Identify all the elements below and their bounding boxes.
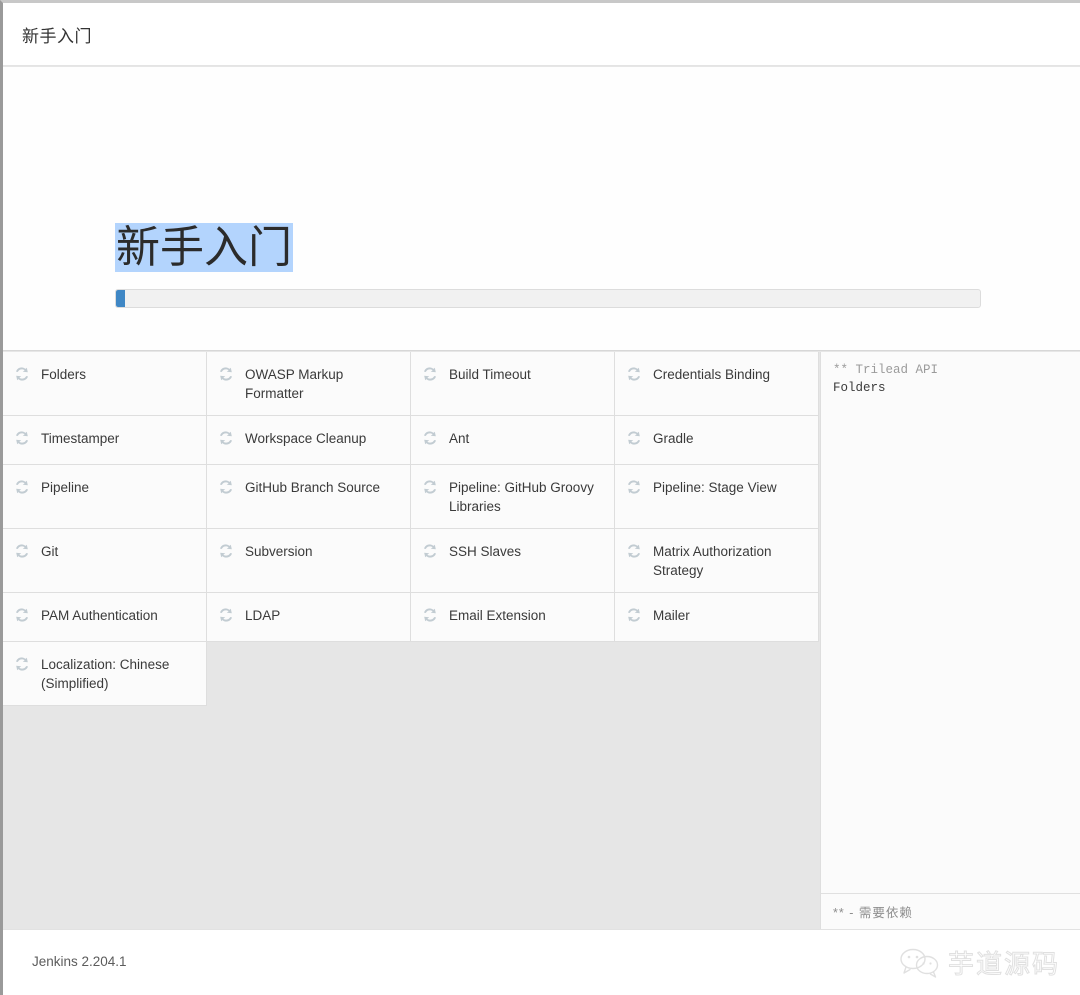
plugin-name-label: Matrix Authorization Strategy [653,542,808,580]
sync-icon [217,542,235,560]
page-title: 新手入门 [22,22,92,47]
sync-icon [625,429,643,447]
plugin-cell: Build Timeout [411,352,615,416]
plugin-name-label: Ant [449,429,469,448]
sync-icon [625,606,643,624]
sync-icon [13,429,31,447]
plugin-name-label: LDAP [245,606,280,625]
sync-icon [217,478,235,496]
plugin-cell: Matrix Authorization Strategy [615,529,819,593]
window-footer: Jenkins 2.204.1 芋道源码 [3,929,1080,995]
plugin-name-label: Pipeline [41,478,89,497]
sync-icon [625,365,643,383]
sync-icon [421,365,439,383]
jenkins-version-label: Jenkins 2.204.1 [32,954,127,969]
sync-icon [421,429,439,447]
sync-icon [13,478,31,496]
wechat-icon [899,947,941,979]
install-progress-section: 新手入门 [3,67,1080,351]
plugin-cell: Ant [411,416,615,465]
plugin-name-label: Mailer [653,606,690,625]
plugin-install-grid-area: Folders OWASP Markup Formatter Build Timeo… [3,352,819,929]
plugin-cell: SSH Slaves [411,529,615,593]
plugin-name-label: Subversion [245,542,313,561]
plugin-cell: Git [3,529,207,593]
sync-icon [421,606,439,624]
sync-icon [217,606,235,624]
install-progress-fill [116,290,125,307]
sync-icon [625,478,643,496]
install-log-line: Folders [833,379,1068,397]
plugin-cell: Pipeline [3,465,207,529]
plugin-install-grid: Folders OWASP Markup Formatter Build Timeo… [3,352,819,706]
plugin-cell: GitHub Branch Source [207,465,411,529]
plugin-name-label: Git [41,542,58,561]
plugin-cell: Gradle [615,416,819,465]
plugin-name-label: Credentials Binding [653,365,770,384]
sync-icon [217,365,235,383]
plugin-name-label: Pipeline: Stage View [653,478,777,497]
hero-title-selected-text: 新手入门 [115,223,293,272]
sync-icon [13,655,31,673]
plugin-name-label: SSH Slaves [449,542,521,561]
hero-title: 新手入门 [115,215,293,281]
plugin-cell: Localization: Chinese (Simplified) [3,642,207,706]
window-header: 新手入门 [3,3,1080,66]
jenkins-setup-window: 新手入门 新手入门 Folders OWASP Markup Formatter B… [0,0,1080,995]
plugin-cell: Pipeline: Stage View [615,465,819,529]
plugin-cell: Subversion [207,529,411,593]
install-log-legend: ** - 需要依赖 [821,893,1080,929]
plugin-cell: Email Extension [411,593,615,642]
plugin-cell: Workspace Cleanup [207,416,411,465]
plugin-name-label: Folders [41,365,86,384]
plugin-cell: LDAP [207,593,411,642]
sync-icon [13,365,31,383]
plugin-name-label: Gradle [653,429,694,448]
plugin-name-label: OWASP Markup Formatter [245,365,400,403]
sync-icon [13,606,31,624]
install-log-body: ** Trilead APIFolders [821,352,1080,893]
sync-icon [421,478,439,496]
watermark-text: 芋道源码 [948,944,1060,981]
install-progress-bar [115,289,981,308]
plugin-name-label: Workspace Cleanup [245,429,366,448]
sync-icon [217,429,235,447]
dependency-legend-text: ** - 需要依赖 [833,902,913,921]
plugin-cell: Folders [3,352,207,416]
plugin-cell: Pipeline: GitHub Groovy Libraries [411,465,615,529]
plugin-name-label: Build Timeout [449,365,531,384]
install-log-line: ** Trilead API [833,361,1068,379]
plugin-name-label: Localization: Chinese (Simplified) [41,655,196,693]
watermark: 芋道源码 [899,944,1060,981]
plugin-cell: Mailer [615,593,819,642]
plugin-name-label: Email Extension [449,606,546,625]
plugin-cell: Credentials Binding [615,352,819,416]
sync-icon [421,542,439,560]
plugin-cell: OWASP Markup Formatter [207,352,411,416]
plugin-name-label: Timestamper [41,429,119,448]
sync-icon [625,542,643,560]
plugin-name-label: Pipeline: GitHub Groovy Libraries [449,478,604,516]
plugin-cell: Timestamper [3,416,207,465]
install-log-panel: ** Trilead APIFolders ** - 需要依赖 [820,352,1080,929]
sync-icon [13,542,31,560]
plugin-cell: PAM Authentication [3,593,207,642]
plugin-name-label: PAM Authentication [41,606,158,625]
plugin-name-label: GitHub Branch Source [245,478,380,497]
